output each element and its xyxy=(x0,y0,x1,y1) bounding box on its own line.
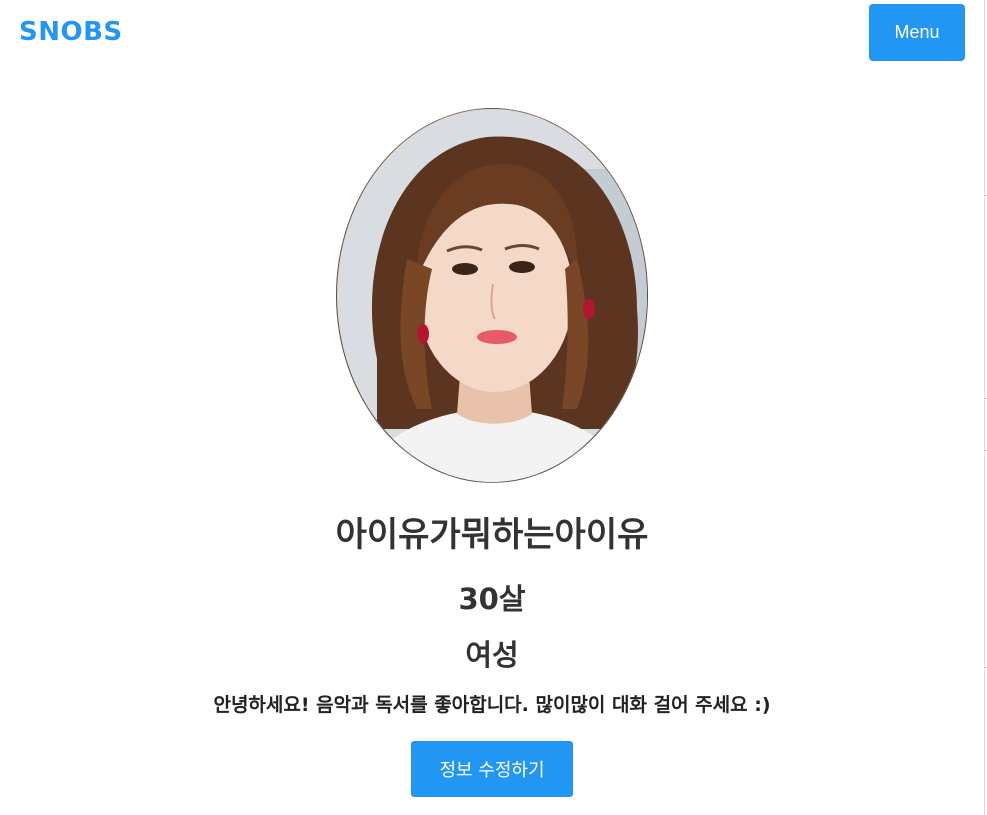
scrollbar-edge xyxy=(984,0,985,815)
profile-photo xyxy=(336,108,648,483)
profile-age: 30살 xyxy=(458,582,526,616)
profile-page: SNOBS Menu 아이유가뭐하는아이유 30살 여성 안녕하세요! 음악과 … xyxy=(0,0,987,815)
brand-logo[interactable]: SNOBS xyxy=(19,17,123,47)
profile-gender: 여성 xyxy=(465,638,519,672)
profile-name: 아이유가뭐하는아이유 xyxy=(335,515,649,555)
edit-profile-button[interactable]: 정보 수정하기 xyxy=(411,741,573,797)
profile-bio: 안녕하세요! 음악과 독서를 좋아합니다. 많이많이 대화 걸어 주세요 :) xyxy=(213,694,771,716)
menu-button[interactable]: Menu xyxy=(869,4,965,61)
profile-photo-image xyxy=(337,109,647,482)
